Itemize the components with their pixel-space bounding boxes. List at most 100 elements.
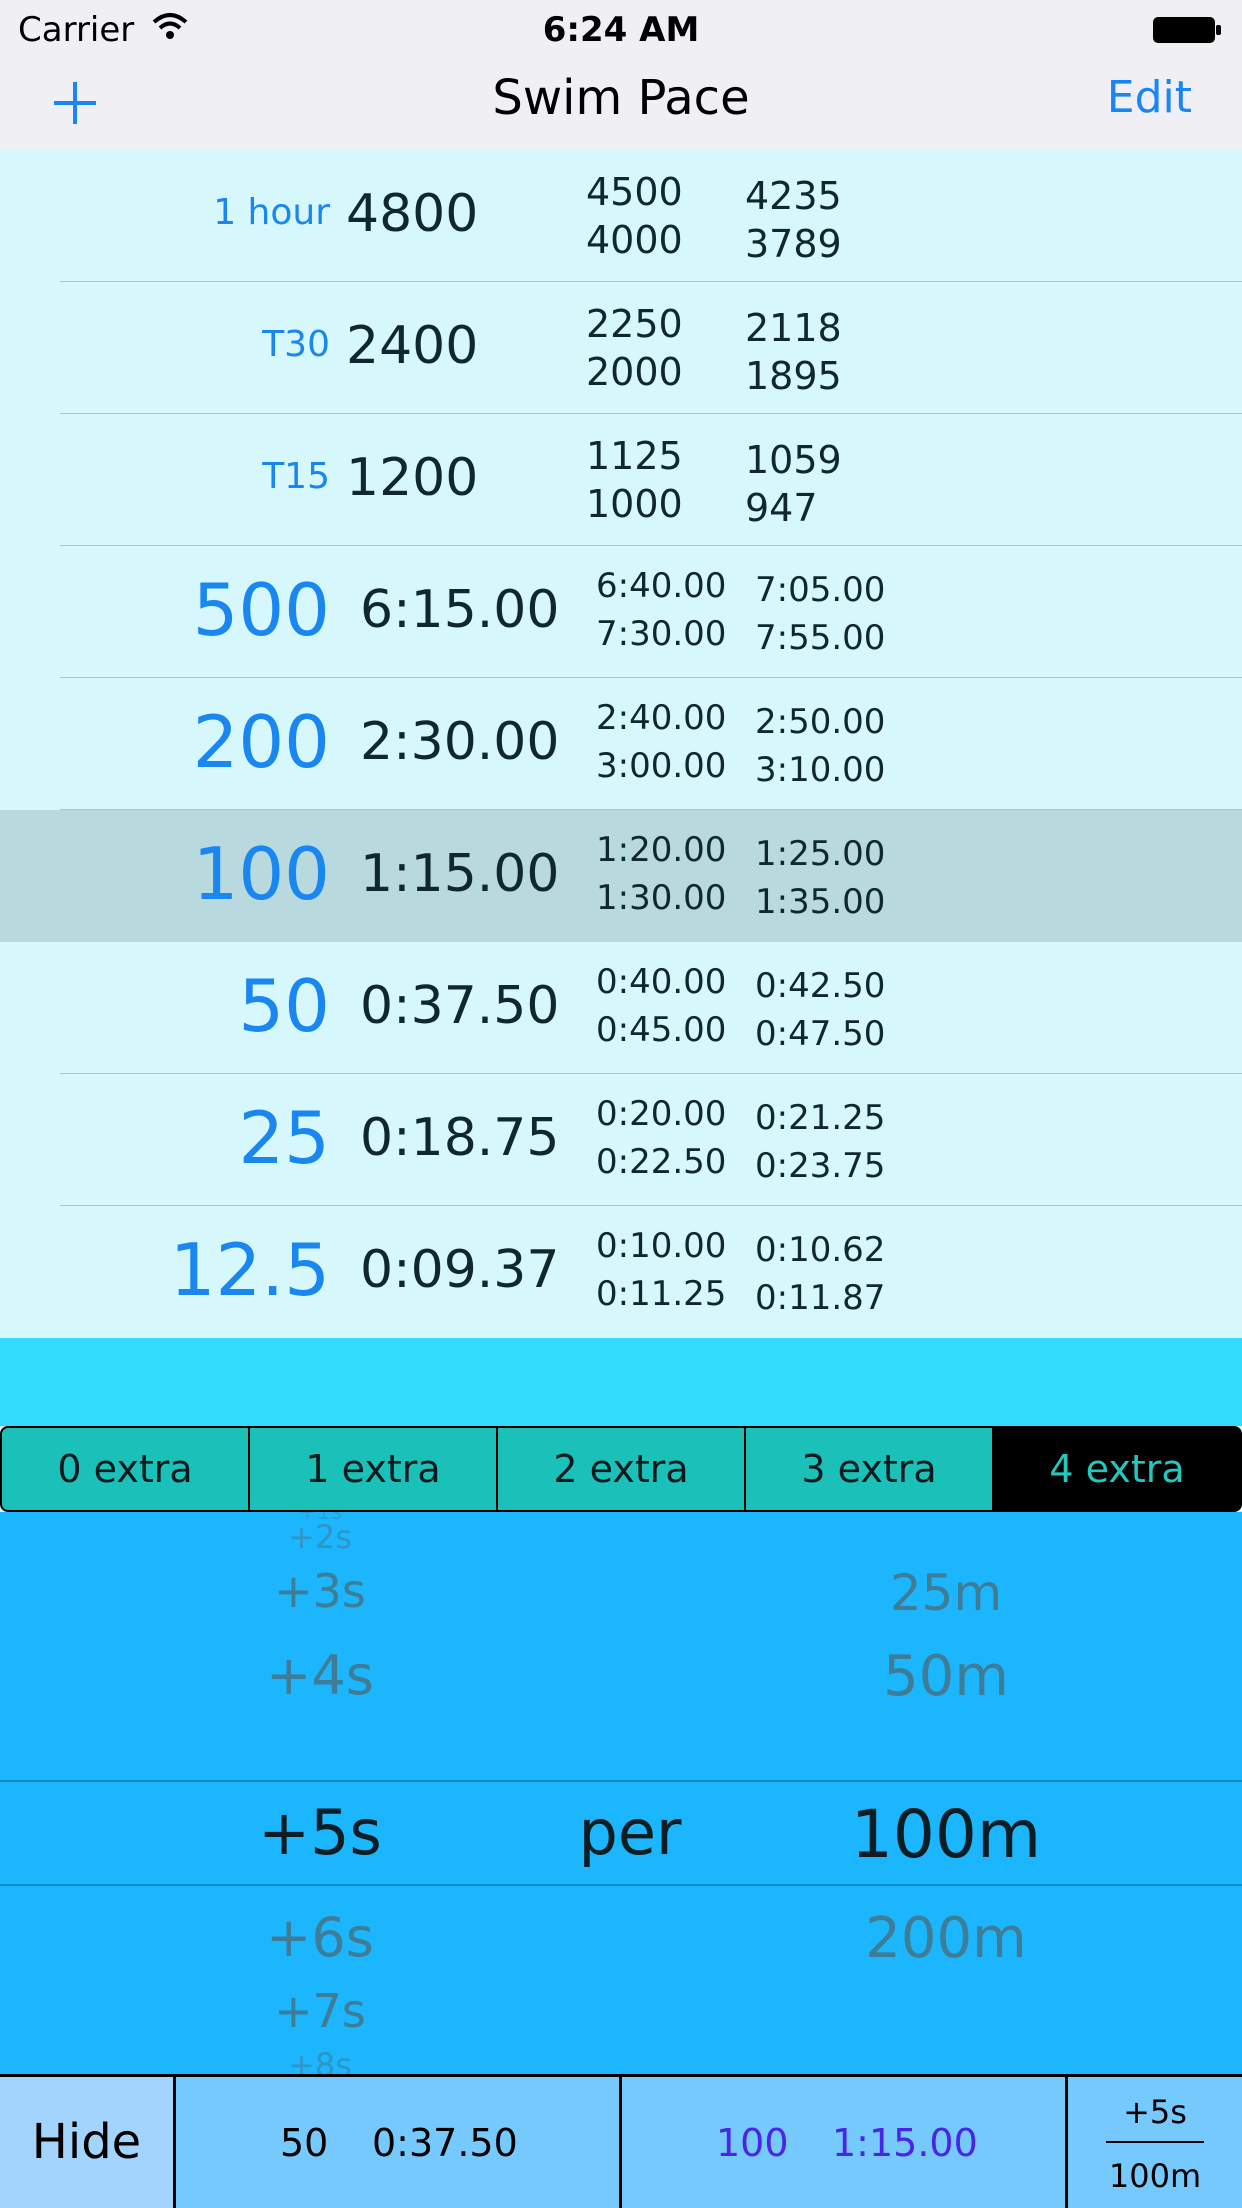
picker-selection-top-line	[0, 1780, 1242, 1782]
row-extra-value: 3:10.00	[755, 750, 886, 790]
row-extra-value: 0:47.50	[755, 1014, 886, 1054]
row-distance-label: 500	[192, 568, 330, 652]
row-base-value: 0:37.50	[360, 976, 560, 1036]
table-row[interactable]: T15 1200 1125 1000 1059 947	[0, 414, 1242, 546]
row-extra-value: 7:55.00	[755, 618, 886, 658]
status-bar: Carrier 6:24 AM	[0, 0, 1242, 60]
row-extra-value: 2:50.00	[755, 702, 886, 742]
picker-selected-seconds[interactable]: +5s	[220, 1796, 420, 1869]
segment-2-extra[interactable]: 2 extra	[498, 1428, 746, 1510]
row-base-value: 2400	[346, 316, 479, 376]
table-row[interactable]: T30 2400 2250 2000 2118 1895	[0, 282, 1242, 414]
picker-seconds-option[interactable]: +2s	[220, 1518, 420, 1556]
row-extra-value: 0:40.00	[596, 962, 727, 1002]
row-extra-value: 4235	[745, 174, 842, 218]
pace-distance: 100m	[1108, 2157, 1202, 2195]
row-extra-value: 7:05.00	[755, 570, 886, 610]
right-split-display[interactable]: 100 1:15.00	[622, 2077, 1068, 2208]
picker-distance-option[interactable]: 200m	[806, 1906, 1086, 1971]
row-extra-value: 1125	[586, 434, 683, 478]
picker-seconds-option[interactable]: +6s	[220, 1906, 420, 1969]
row-distance-label: 200	[192, 700, 330, 784]
right-time: 1:15.00	[832, 2121, 978, 2165]
picker-distance-option[interactable]: 50m	[806, 1644, 1086, 1709]
row-distance-label: T15	[262, 456, 330, 497]
picker-seconds-option[interactable]: +7s	[220, 1984, 420, 2038]
row-extra-value: 0:21.25	[755, 1098, 886, 1138]
row-extra-value: 2250	[586, 302, 683, 346]
page-title: Swim Pace	[492, 70, 750, 126]
row-extra-value: 0:10.00	[596, 1226, 727, 1266]
row-base-value: 0:09.37	[360, 1240, 560, 1300]
table-row[interactable]: 100 1:15.00 1:20.00 1:30.00 1:25.00 1:35.00	[0, 810, 1242, 942]
picker-per-label: per	[578, 1796, 682, 1869]
extra-segmented-control: 0 extra 1 extra 2 extra 3 extra 4 extra	[0, 1426, 1242, 1512]
segment-4-extra[interactable]: 4 extra	[994, 1428, 1240, 1510]
edit-button[interactable]: Edit	[1107, 72, 1192, 123]
row-base-value: 0:18.75	[360, 1108, 560, 1168]
row-extra-value: 2118	[745, 306, 842, 350]
picker-seconds-option[interactable]: +4s	[220, 1644, 420, 1707]
row-extra-value: 0:11.25	[596, 1274, 727, 1314]
row-base-value: 1200	[346, 448, 479, 508]
hide-button[interactable]: Hide	[0, 2077, 176, 2208]
right-distance: 100	[716, 2121, 789, 2165]
pace-increment: +5s	[1123, 2093, 1187, 2131]
row-extra-value: 0:11.87	[755, 1278, 886, 1318]
bottom-bar: Hide 50 0:37.50 100 1:15.00 +5s 100m	[0, 2074, 1242, 2208]
row-extra-value: 7:30.00	[596, 614, 727, 654]
pace-table: 1 hour 4800 4500 4000 4235 3789 T30 2400 2250 200…	[0, 150, 1242, 1338]
picker-selection-bottom-line	[0, 1884, 1242, 1886]
row-extra-value: 0:23.75	[755, 1146, 886, 1186]
segment-3-extra[interactable]: 3 extra	[746, 1428, 994, 1510]
row-extra-value: 0:22.50	[596, 1142, 727, 1182]
row-extra-value: 1000	[586, 482, 683, 526]
table-row[interactable]: 500 6:15.00 6:40.00 7:30.00 7:05.00 7:55.00	[0, 546, 1242, 678]
add-icon[interactable]	[50, 78, 100, 128]
row-distance-label: 50	[238, 964, 330, 1048]
row-distance-label: T30	[262, 324, 330, 365]
row-base-value: 4800	[346, 184, 479, 244]
row-extra-value: 6:40.00	[596, 566, 727, 606]
divider-band	[0, 1338, 1242, 1426]
battery-icon	[1153, 17, 1221, 43]
row-extra-value: 1059	[745, 438, 842, 482]
row-extra-value: 0:42.50	[755, 966, 886, 1006]
row-extra-value: 1:35.00	[755, 882, 886, 922]
pace-fraction-display[interactable]: +5s 100m	[1068, 2077, 1242, 2208]
row-distance-label: 12.5	[169, 1228, 330, 1312]
segment-0-extra[interactable]: 0 extra	[2, 1428, 250, 1510]
segment-1-extra[interactable]: 1 extra	[250, 1428, 498, 1510]
status-time: 6:24 AM	[542, 10, 700, 50]
row-extra-value: 1:25.00	[755, 834, 886, 874]
left-time: 0:37.50	[372, 2121, 518, 2165]
navigation-bar: Swim Pace Edit	[0, 60, 1242, 150]
picker-distance-option[interactable]: 25m	[806, 1564, 1086, 1622]
row-extra-value: 1:20.00	[596, 830, 727, 870]
row-extra-value: 3789	[745, 222, 842, 266]
row-extra-value: 0:20.00	[596, 1094, 727, 1134]
pace-picker[interactable]: +1s +2s +3s +4s +5s +6s +7s +8s per 25m 50m 100m 2…	[0, 1512, 1242, 2074]
row-extra-value: 1:30.00	[596, 878, 727, 918]
table-row[interactable]: 200 2:30.00 2:40.00 3:00.00 2:50.00 3:10.00	[0, 678, 1242, 810]
row-base-value: 2:30.00	[360, 712, 560, 772]
row-extra-value: 2:40.00	[596, 698, 727, 738]
table-row[interactable]: 1 hour 4800 4500 4000 4235 3789	[0, 150, 1242, 282]
table-row[interactable]: 12.5 0:09.37 0:10.00 0:11.25 0:10.62 0:11.87	[0, 1206, 1242, 1338]
row-distance-label: 100	[192, 832, 330, 916]
picker-selected-distance[interactable]: 100m	[806, 1796, 1086, 1873]
table-row[interactable]: 50 0:37.50 0:40.00 0:45.00 0:42.50 0:47.50	[0, 942, 1242, 1074]
row-extra-value: 947	[745, 486, 818, 530]
picker-seconds-option[interactable]: +8s	[220, 2046, 420, 2074]
table-row[interactable]: 25 0:18.75 0:20.00 0:22.50 0:21.25 0:23.75	[0, 1074, 1242, 1206]
row-base-value: 1:15.00	[360, 844, 560, 904]
left-distance: 50	[280, 2121, 329, 2165]
row-extra-value: 0:10.62	[755, 1230, 886, 1270]
picker-seconds-option[interactable]: +3s	[220, 1564, 420, 1618]
left-split-display[interactable]: 50 0:37.50	[176, 2077, 622, 2208]
row-extra-value: 4000	[586, 218, 683, 262]
row-distance-label: 25	[238, 1096, 330, 1180]
row-extra-value: 0:45.00	[596, 1010, 727, 1050]
row-extra-value: 3:00.00	[596, 746, 727, 786]
fraction-line	[1106, 2141, 1204, 2143]
